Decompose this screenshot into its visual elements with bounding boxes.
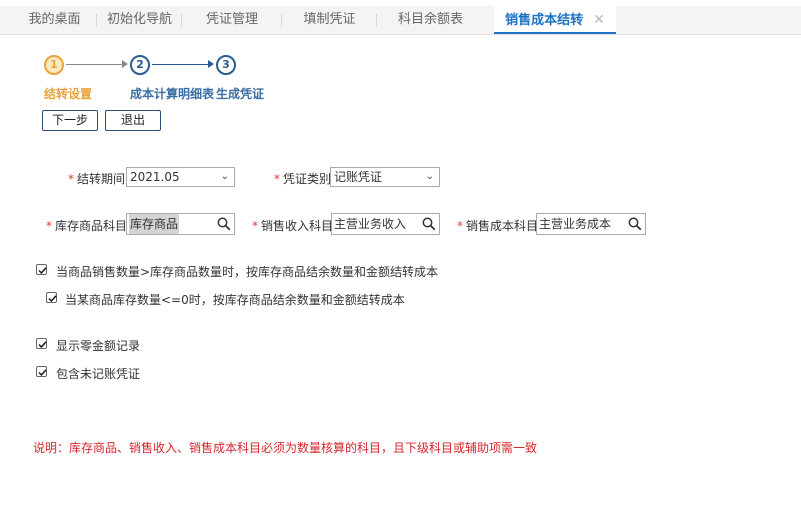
zero-amount-checkbox[interactable] [36,338,47,349]
tab-bar: 我的桌面 初始化导航 凭证管理 填制凭证 科目余额表 销售成本结转 ✕ [0,6,801,35]
sales-revenue-account-label: * 销售收入科目 [252,217,333,234]
search-icon[interactable] [217,217,231,231]
search-icon[interactable] [628,217,642,231]
required-marker: * [274,172,280,186]
tab-fill-voucher[interactable]: 填制凭证 [282,6,377,34]
required-marker: * [46,219,52,233]
option-zero-amount-row: 显示零金额记录 [36,338,156,353]
inventory-account-value: 库存商品 [129,214,180,234]
tab-label: 销售成本结转 [505,13,584,28]
checkmark-icon [38,341,47,349]
step-connector [152,64,209,65]
option-label: 包含未记账凭证 [56,367,141,381]
inventory-account-label-text: 库存商品科目 [55,219,128,233]
search-icon[interactable] [422,217,436,231]
step-2-circle: 2 [130,55,150,75]
voucher-type-select[interactable]: 记账凭证 ⌄ [330,167,440,187]
option-label: 当商品销售数量>库存商品数量时，按库存商品结余数量和金额结转成本 [56,265,439,279]
tab-voucher-management[interactable]: 凭证管理 [182,6,282,34]
sales-revenue-account-value: 主营业务收入 [334,217,407,231]
step-1-label: 结转设置 [44,87,93,101]
option-label: 显示零金额记录 [56,339,141,353]
period-value: 2021.05 [130,170,180,184]
required-marker: * [68,172,74,186]
period-select[interactable]: 2021.05 ⌄ [126,167,235,187]
tab-label: 我的桌面 [28,12,81,27]
period-label-text: 结转期间 [77,172,126,186]
required-marker: * [252,219,258,233]
tab-account-balance[interactable]: 科目余额表 [377,6,484,34]
step-3-label: 生成凭证 [216,87,265,101]
sales-cost-account-label: * 销售成本科目 [457,217,538,234]
step-2-label: 成本计算明细表 [130,87,215,101]
chevron-down-icon: ⌄ [220,171,229,182]
arrow-right-icon [208,60,214,68]
note-text: 说明：库存商品、销售收入、销售成本科目必须为数量核算的科目，且下级科目或辅助项需… [33,441,538,455]
tab-label: 凭证管理 [205,12,258,27]
option-unposted-row: 包含未记账凭证 [36,366,156,381]
step-3-circle: 3 [216,55,236,75]
sales-cost-account-input[interactable]: 主营业务成本 [536,213,646,235]
arrow-right-icon [122,60,128,68]
unposted-checkbox[interactable] [36,366,47,377]
tab-label: 科目余额表 [397,12,463,27]
step-1-circle: 1 [44,55,64,75]
inventory-account-input[interactable]: 库存商品 [126,213,235,235]
exit-button[interactable]: 退出 [105,110,161,131]
checkmark-icon [38,267,47,275]
voucher-type-label: * 凭证类别 [274,170,331,187]
voucher-type-label-text: 凭证类别 [283,172,332,186]
option-label: 当某商品库存数量<=0时，按库存商品结余数量和金额结转成本 [65,293,405,307]
tab-init-guide[interactable]: 初始化导航 [97,6,182,34]
checkmark-icon [48,295,57,303]
required-marker: * [457,219,463,233]
tab-sales-cost-carryover[interactable]: 销售成本结转 ✕ [494,6,616,34]
nonpositive-stock-checkbox[interactable] [46,292,57,303]
tab-label: 填制凭证 [303,12,356,27]
next-step-button[interactable]: 下一步 [42,110,98,131]
option-oversold-row: 当商品销售数量>库存商品数量时，按库存商品结余数量和金额结转成本 [36,264,439,279]
sales-revenue-account-label-text: 销售收入科目 [261,219,334,233]
sales-cost-account-value: 主营业务成本 [539,217,612,231]
inventory-account-label: * 库存商品科目 [46,217,127,234]
tab-my-desktop[interactable]: 我的桌面 [12,6,97,34]
sales-cost-account-label-text: 销售成本科目 [466,219,539,233]
option-nonpositive-stock-row: 当某商品库存数量<=0时，按库存商品结余数量和金额结转成本 [46,292,406,307]
chevron-down-icon: ⌄ [425,171,434,182]
voucher-type-value: 记账凭证 [334,170,383,184]
checkmark-icon [38,369,47,377]
close-icon[interactable]: ✕ [593,12,605,28]
tab-label: 初始化导航 [106,12,172,27]
period-label: * 结转期间 [68,170,125,187]
sales-revenue-account-input[interactable]: 主营业务收入 [331,213,440,235]
step-connector [66,64,123,65]
oversold-checkbox[interactable] [36,264,47,275]
